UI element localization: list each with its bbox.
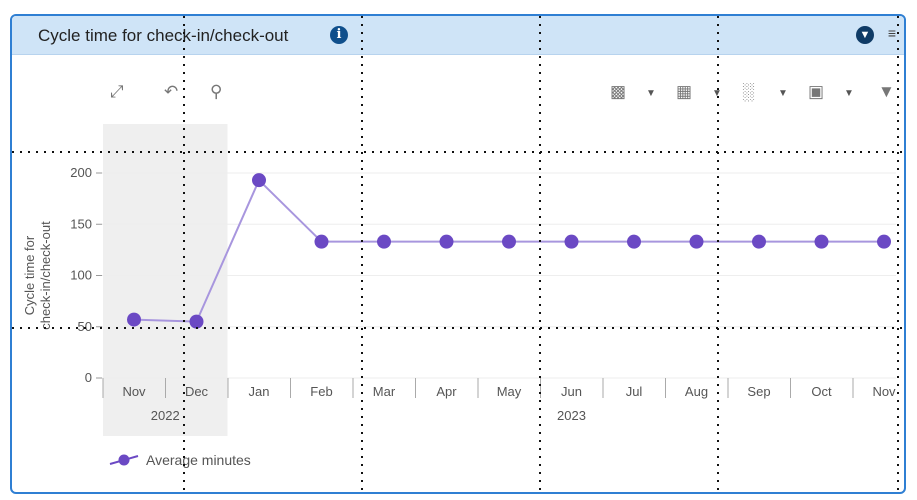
x-tick-label: Oct: [811, 384, 832, 399]
x-tick-label: Jul: [626, 384, 643, 399]
data-point: [564, 234, 579, 249]
legend-marker: [118, 454, 130, 466]
data-point: [502, 234, 516, 249]
x-tick-label: Nov: [872, 384, 896, 399]
x-tick-label: Sep: [747, 384, 770, 399]
y-tick-label: 0: [85, 370, 92, 385]
data-point: [752, 234, 766, 249]
data-point: [814, 234, 829, 249]
data-point: [127, 312, 141, 327]
data-point: [314, 234, 329, 249]
x-tick-label: Feb: [310, 384, 332, 399]
series-line: [133, 178, 884, 323]
year-label: 2022: [151, 408, 180, 423]
year-label: 2023: [557, 408, 586, 423]
x-tick-label: Apr: [436, 384, 457, 399]
x-tick-label: Nov: [122, 384, 146, 399]
x-tick-label: May: [497, 384, 522, 399]
data-point: [439, 234, 454, 249]
data-point: [877, 234, 891, 249]
x-tick-label: Aug: [685, 384, 708, 399]
x-tick-label: Mar: [373, 384, 396, 399]
legend-label: Average minutes: [146, 452, 251, 468]
line-chart: 0 50 100 150 200 Cycle time forcheck-in/check…: [12, 16, 904, 492]
x-tick-label: Dec: [185, 384, 209, 399]
data-point: [377, 234, 391, 249]
data-point: [627, 234, 641, 249]
y-tick-label: 50: [78, 319, 92, 334]
x-tick-label: Jun: [561, 384, 582, 399]
y-tick-label: 200: [70, 165, 92, 180]
data-point: [689, 234, 704, 249]
y-tick-label: 100: [70, 268, 92, 283]
y-axis-title: Cycle time forcheck-in/check-out: [22, 221, 53, 330]
data-point: [189, 314, 204, 329]
data-point: [252, 173, 266, 188]
chart-panel: Cycle time for check-in/check-out i ▼ ≡ …: [10, 14, 906, 494]
y-tick-label: 150: [70, 216, 92, 231]
x-tick-label: Jan: [249, 384, 270, 399]
